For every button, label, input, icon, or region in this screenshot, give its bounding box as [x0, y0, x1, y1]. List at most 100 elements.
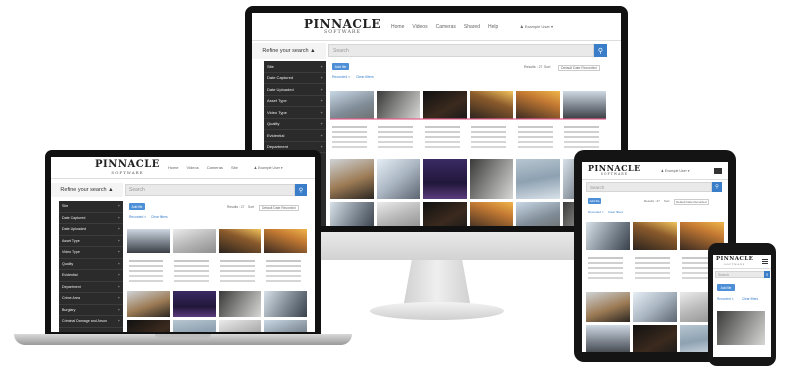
video-thumbnail[interactable] — [717, 311, 765, 345]
add-file-button[interactable]: Add file — [332, 63, 349, 70]
video-thumbnail[interactable] — [376, 202, 420, 226]
nav-home[interactable]: Home — [391, 24, 404, 30]
video-thumbnail[interactable] — [218, 229, 262, 253]
filter-chip-recorded[interactable]: Recorded × — [588, 210, 604, 214]
nav-cameras[interactable]: Cameras — [436, 24, 456, 30]
video-thumbnail[interactable] — [516, 159, 560, 199]
video-thumbnail[interactable] — [127, 320, 170, 332]
filter-chip-recorded[interactable]: Recorded × — [129, 215, 146, 219]
video-thumbnail[interactable] — [376, 91, 420, 119]
video-grid — [330, 91, 606, 226]
search-button[interactable]: ⚲ — [295, 184, 307, 196]
video-thumbnail[interactable] — [172, 229, 216, 253]
video-thumbnail[interactable] — [172, 291, 216, 317]
video-thumbnail[interactable] — [586, 292, 630, 322]
video-thumbnail[interactable] — [469, 91, 513, 119]
filter-date-captured[interactable]: Date Captured + — [264, 73, 326, 84]
add-file-button[interactable]: Add file — [129, 203, 145, 210]
search-input[interactable]: Search — [715, 271, 765, 278]
filter-evidential[interactable]: Evidential + — [59, 270, 123, 282]
clear-filters-link[interactable]: Clear filters — [608, 210, 623, 214]
search-button[interactable]: ⚲ — [594, 44, 607, 57]
video-thumbnail[interactable] — [218, 291, 262, 317]
clear-filters-link[interactable]: Clear filters — [742, 297, 758, 301]
video-thumbnail[interactable] — [469, 159, 513, 199]
sort-label: Sort — [248, 205, 255, 209]
brand-logo[interactable]: PINNACLE SOFTWARE — [588, 164, 641, 176]
brand-logo[interactable]: PINNACLE SOFTWARE — [716, 256, 753, 266]
nav-videos[interactable]: Videos — [187, 165, 199, 170]
video-thumbnail[interactable] — [127, 229, 170, 253]
filter-quality[interactable]: Quality + — [264, 119, 326, 130]
search-input[interactable]: Search — [328, 44, 594, 57]
filter-evidential[interactable]: Evidential + — [264, 130, 326, 142]
brand-logo[interactable]: PINNACLE SOFTWARE — [304, 18, 381, 36]
clear-filters-link[interactable]: Clear filters — [151, 215, 168, 219]
filter-asset-type[interactable]: Asset Type + — [59, 236, 123, 247]
filter-quality[interactable]: Quality + — [59, 259, 123, 270]
nav-help[interactable]: Help — [488, 24, 498, 30]
sort-select[interactable]: Default Date Recorded — [558, 65, 600, 71]
video-thumbnail[interactable] — [586, 222, 630, 250]
search-input[interactable]: Search — [586, 182, 712, 192]
video-thumbnail[interactable] — [172, 320, 216, 332]
video-thumbnail[interactable] — [633, 325, 677, 352]
nav-shared[interactable]: Shared — [464, 24, 480, 30]
user-menu[interactable]: ♟ Example User ▾ — [520, 24, 553, 29]
filter-site[interactable]: Site + — [264, 61, 326, 73]
video-thumbnail[interactable] — [423, 91, 467, 119]
hamburger-menu-icon[interactable] — [762, 259, 768, 264]
video-thumbnail[interactable] — [516, 202, 560, 226]
video-thumbnail[interactable] — [423, 202, 467, 226]
filter-video-type[interactable]: Video Type + — [59, 247, 123, 259]
search-button[interactable]: ⚲ — [712, 182, 722, 192]
user-menu[interactable]: ♟ Example User ▾ — [661, 169, 690, 173]
filter-chip-recorded[interactable]: Recorded × — [332, 75, 350, 79]
nav-cameras[interactable]: Cameras — [207, 165, 223, 170]
video-thumbnail[interactable] — [264, 320, 307, 332]
laptop-screen: PINNACLE SOFTWARE Home Videos Cameras Sit… — [51, 157, 315, 332]
filter-burglary[interactable]: Burglary + — [59, 305, 123, 316]
video-thumbnail[interactable] — [562, 91, 606, 119]
hamburger-menu-icon[interactable] — [714, 167, 722, 174]
video-thumbnail[interactable] — [330, 159, 374, 199]
video-thumbnail[interactable] — [264, 229, 307, 253]
video-thumbnail[interactable] — [127, 291, 170, 317]
search-button[interactable]: ⚲ — [764, 271, 770, 278]
brand-logo[interactable]: PINNACLE SOFTWARE — [95, 160, 160, 175]
video-thumbnail[interactable] — [469, 202, 513, 226]
video-thumbnail[interactable] — [376, 159, 420, 199]
clear-filters-link[interactable]: Clear filters — [356, 75, 374, 79]
video-thumbnail[interactable] — [330, 91, 374, 119]
add-file-button[interactable]: Add file — [717, 284, 735, 291]
filter-criminal-damage[interactable]: Criminal Damage and Arson + — [59, 316, 123, 328]
video-thumbnail[interactable] — [218, 320, 262, 332]
filter-department[interactable]: Department + — [59, 282, 123, 293]
video-thumbnail[interactable] — [264, 291, 307, 317]
user-menu[interactable]: ♟ Example User ▾ — [254, 166, 283, 170]
filter-crime-area[interactable]: Crime Area + — [59, 293, 123, 305]
refine-toggle[interactable]: Refine your search ▲ — [51, 183, 123, 197]
filter-chip-recorded[interactable]: Recorded × — [717, 297, 734, 301]
nav-home[interactable]: Home — [168, 165, 179, 170]
filter-date-uploaded[interactable]: Date Uploaded + — [264, 84, 326, 96]
sort-select[interactable]: Default Date Recorded — [674, 199, 709, 205]
filter-video-type[interactable]: Video Type + — [264, 107, 326, 119]
nav-site[interactable]: Site — [231, 165, 238, 170]
video-thumbnail[interactable] — [423, 159, 467, 199]
video-thumbnail[interactable] — [633, 222, 677, 250]
video-thumbnail[interactable] — [330, 202, 374, 226]
nav-videos[interactable]: Videos — [412, 24, 427, 30]
filter-site[interactable]: Site + — [59, 201, 123, 213]
filter-date-uploaded[interactable]: Date Uploaded + — [59, 224, 123, 236]
video-thumbnail[interactable] — [586, 325, 630, 352]
add-file-button[interactable]: Add file — [588, 198, 601, 204]
sort-select[interactable]: Default Date Recorded — [259, 205, 299, 211]
search-input[interactable]: Search — [125, 184, 295, 196]
video-thumbnail[interactable] — [516, 91, 560, 119]
video-thumbnail[interactable] — [633, 292, 677, 322]
filter-date-captured[interactable]: Date Captured + — [59, 213, 123, 224]
filter-asset-type[interactable]: Asset Type + — [264, 96, 326, 107]
video-details — [127, 256, 170, 288]
refine-toggle[interactable]: Refine your search ▲ — [252, 43, 326, 59]
